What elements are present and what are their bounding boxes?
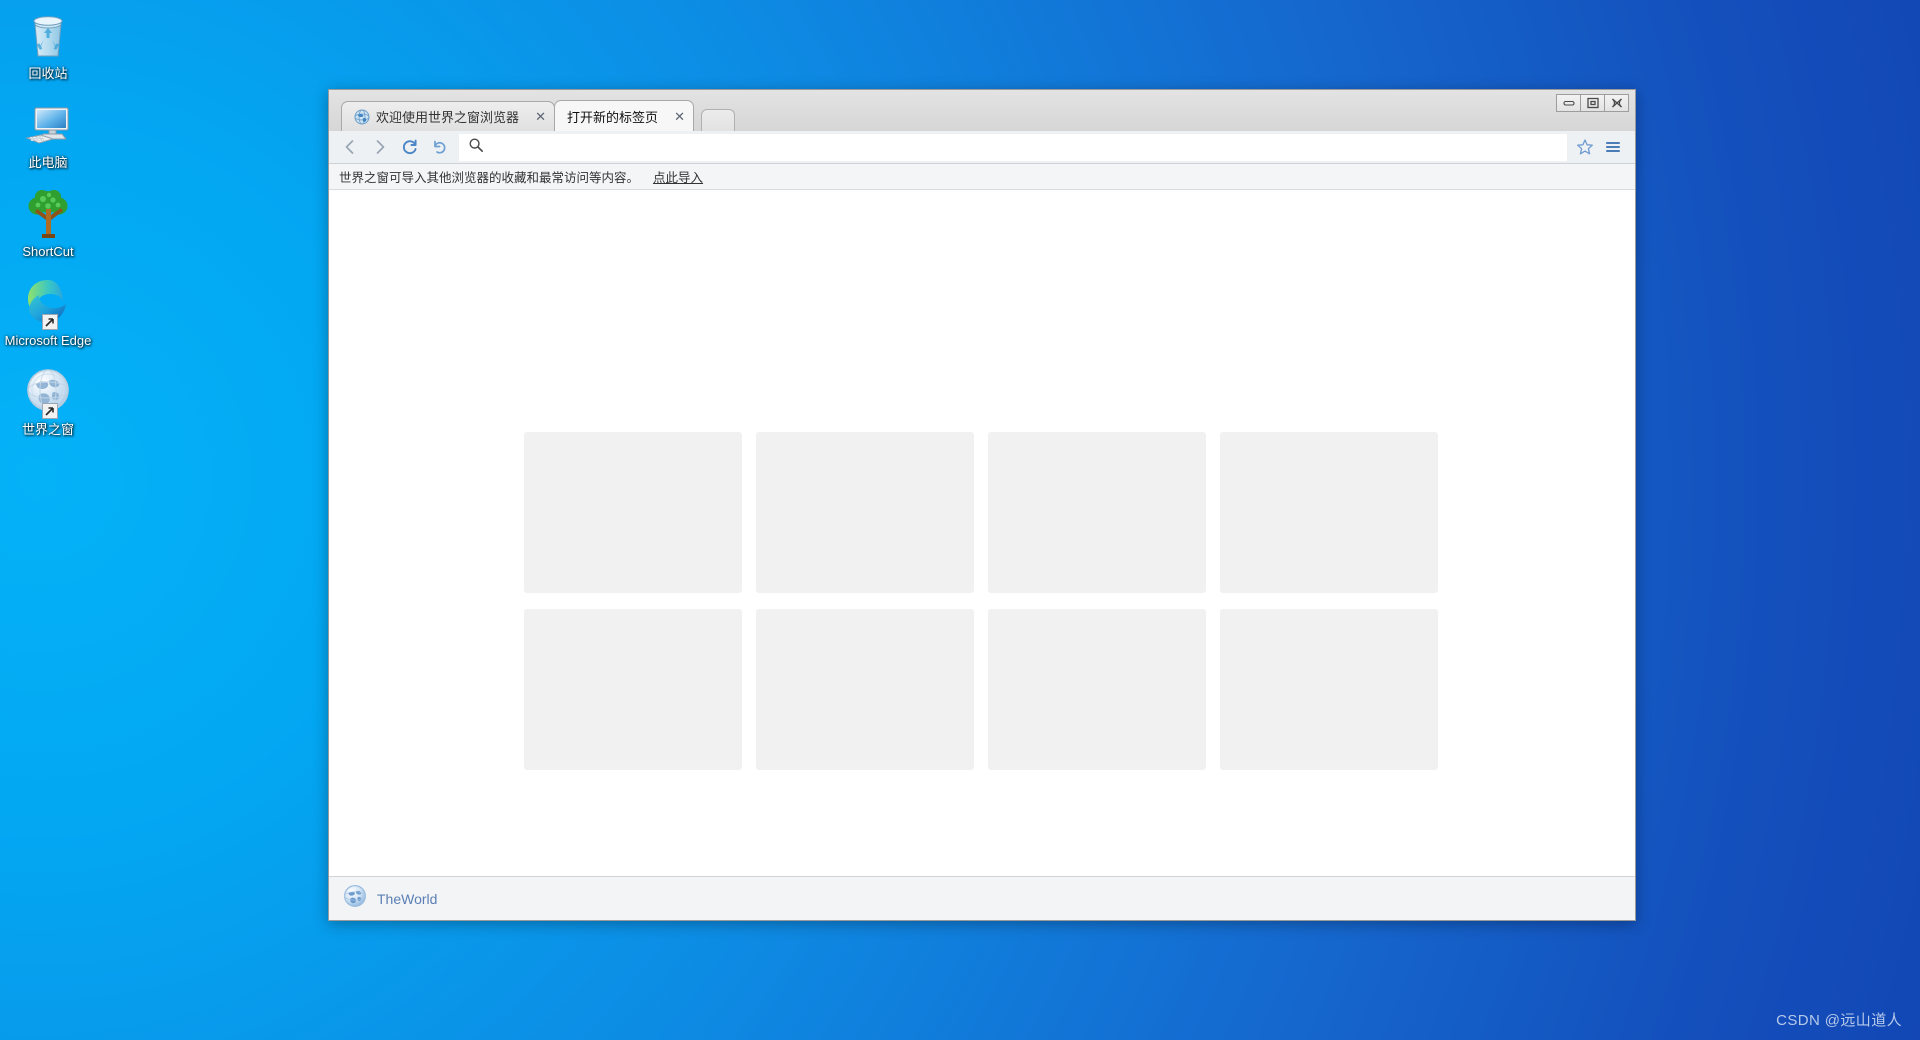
close-icon bbox=[1611, 98, 1622, 108]
desktop: 回收站 此电脑 ShortCut Microsoft Edge 世界之窗 欢迎使… bbox=[0, 0, 1920, 1040]
search-icon bbox=[468, 137, 484, 158]
globe-favicon-icon bbox=[354, 109, 370, 125]
desktop-icon-this-pc[interactable]: 此电脑 bbox=[0, 93, 96, 172]
globe-icon bbox=[2, 364, 94, 420]
csdn-watermark: CSDN @远山道人 bbox=[1776, 1012, 1902, 1029]
shortcut-arrow-badge bbox=[42, 402, 58, 419]
window-controls bbox=[1556, 94, 1629, 112]
most-visited-tile[interactable] bbox=[988, 609, 1206, 770]
desktop-icon-label: 回收站 bbox=[28, 66, 68, 81]
edge-icon bbox=[2, 275, 94, 331]
minimize-button[interactable] bbox=[1556, 94, 1581, 112]
desktop-icon-label: 此电脑 bbox=[28, 155, 68, 170]
main-menu-button[interactable] bbox=[1599, 133, 1627, 161]
most-visited-tile[interactable] bbox=[756, 432, 974, 593]
undo-button[interactable] bbox=[425, 133, 455, 161]
chevron-right-icon bbox=[376, 140, 385, 154]
browser-status-bar: TheWorld bbox=[329, 876, 1635, 920]
tab-close-button[interactable]: ✕ bbox=[533, 109, 548, 124]
new-tab-page: 此页会自动更新您最常访问的网站，点此导入其他浏览器的最常访问。 bbox=[329, 190, 1635, 876]
address-input[interactable] bbox=[492, 139, 1558, 155]
tab-close-button[interactable]: ✕ bbox=[672, 109, 687, 124]
address-bar[interactable] bbox=[459, 133, 1567, 161]
shortcut-arrow-badge bbox=[42, 313, 58, 330]
import-notification-bar: 世界之窗可导入其他浏览器的收藏和最常访问等内容。 点此导入 bbox=[329, 164, 1635, 190]
forward-button[interactable] bbox=[365, 133, 395, 161]
status-bar-label: TheWorld bbox=[377, 890, 438, 907]
most-visited-tile[interactable] bbox=[524, 432, 742, 593]
bookmark-button[interactable] bbox=[1571, 133, 1599, 161]
hamburger-menu-icon bbox=[1605, 141, 1621, 153]
import-bar-link[interactable]: 点此导入 bbox=[653, 167, 703, 186]
reload-button[interactable] bbox=[395, 133, 425, 161]
desktop-icon-label: ShortCut bbox=[22, 244, 74, 259]
reload-icon bbox=[402, 139, 417, 155]
desktop-icon-microsoft-edge[interactable]: Microsoft Edge bbox=[0, 271, 96, 350]
recycle-bin-icon bbox=[2, 8, 94, 64]
computer-monitor-icon bbox=[2, 97, 94, 153]
close-button[interactable] bbox=[1604, 94, 1629, 112]
most-visited-tile-grid bbox=[524, 432, 1440, 770]
most-visited-tile[interactable] bbox=[756, 609, 974, 770]
tree-icon bbox=[2, 186, 94, 242]
maximize-button[interactable] bbox=[1580, 94, 1605, 112]
tab-title: 打开新的标签页 bbox=[567, 109, 659, 125]
desktop-icon-list: 回收站 此电脑 ShortCut Microsoft Edge 世界之窗 bbox=[0, 4, 96, 449]
desktop-icon-theworld[interactable]: 世界之窗 bbox=[0, 360, 96, 439]
chevron-left-icon bbox=[345, 140, 354, 154]
star-icon bbox=[1577, 139, 1593, 155]
maximize-icon bbox=[1586, 97, 1599, 109]
tab-strip: 欢迎使用世界之窗浏览器 ✕ 打开新的标签页 ✕ bbox=[329, 90, 1635, 131]
desktop-icon-label: Microsoft Edge bbox=[4, 333, 92, 348]
desktop-icon-label: 世界之窗 bbox=[21, 422, 74, 437]
most-visited-tile[interactable] bbox=[1220, 432, 1438, 593]
most-visited-tile[interactable] bbox=[524, 609, 742, 770]
browser-tab-new-tab-page[interactable]: 打开新的标签页 ✕ bbox=[554, 100, 695, 131]
browser-tab-welcome[interactable]: 欢迎使用世界之窗浏览器 ✕ bbox=[341, 101, 556, 131]
minimize-icon bbox=[1562, 100, 1575, 106]
status-globe-icon bbox=[343, 884, 367, 913]
back-button[interactable] bbox=[335, 133, 365, 161]
undo-arrow-icon bbox=[434, 140, 446, 154]
most-visited-tile[interactable] bbox=[988, 432, 1206, 593]
browser-window: 欢迎使用世界之窗浏览器 ✕ 打开新的标签页 ✕ 世界之窗可导入其他浏览器的收藏和… bbox=[328, 89, 1636, 921]
most-visited-tile[interactable] bbox=[1220, 609, 1438, 770]
new-tab-button[interactable] bbox=[701, 109, 736, 131]
desktop-icon-shortcut[interactable]: ShortCut bbox=[0, 182, 96, 261]
browser-toolbar bbox=[329, 131, 1635, 164]
tab-title: 欢迎使用世界之窗浏览器 bbox=[376, 110, 520, 125]
import-bar-text: 世界之窗可导入其他浏览器的收藏和最常访问等内容。 bbox=[339, 171, 640, 185]
desktop-icon-recycle-bin[interactable]: 回收站 bbox=[0, 4, 96, 83]
